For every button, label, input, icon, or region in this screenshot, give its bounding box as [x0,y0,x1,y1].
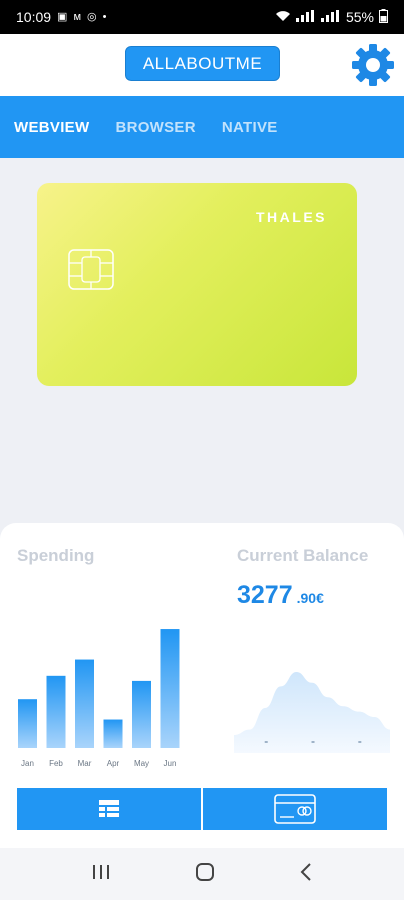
tab-browser[interactable]: BROWSER [115,119,195,136]
wifi-icon [275,10,291,25]
tick-label-may: May [134,759,149,768]
area-marker-0 [264,741,268,743]
list-icon [99,800,119,817]
balance-decimal: .90€ [296,590,324,606]
battery-icon [379,8,388,26]
dashboard-panel: Spending Current Balance 3277 .90€ Jan Fe… [0,523,404,850]
back-icon[interactable] [300,862,312,886]
gallery-icon: ▣ [57,10,68,23]
bar-apr [103,719,123,748]
balance-value: 3277 .90€ [237,581,324,610]
battery-percent: 55% [345,9,374,25]
home-icon[interactable] [195,862,215,887]
payment-card[interactable]: THALES [37,183,357,386]
gear-icon[interactable] [350,42,396,88]
tick-label-jun: Jun [164,759,177,768]
dot-icon: • [102,10,107,23]
tick-label-feb: Feb [49,759,63,768]
bottom-button-row [17,788,387,830]
signal-icon-2 [320,9,341,25]
bar-feb [46,675,66,748]
tick-label-mar: Mar [78,759,92,768]
status-time: 10:09 [16,9,52,25]
card-brand: THALES [256,209,327,225]
tab-bar: WEBVIEW BROWSER NATIVE [0,96,404,158]
card-view-button[interactable] [203,788,387,830]
bar-may [132,680,151,748]
tick-label-apr: Apr [107,759,120,768]
balance-area-chart [234,672,390,753]
notification-m-icon: ᴍ [73,10,82,23]
credit-card-icon [274,794,316,824]
area-marker-1 [311,741,315,743]
system-nav-bar [0,848,404,900]
area-marker-2 [358,741,362,743]
brand-button[interactable]: ALLABOUTME [125,46,280,81]
app-header: ALLABOUTME [0,34,404,96]
tab-native[interactable]: NATIVE [222,119,278,136]
balance-area [234,672,390,753]
tab-webview[interactable]: WEBVIEW [14,119,89,136]
recent-apps-icon[interactable] [92,864,110,885]
signal-icon [295,9,316,25]
balance-integer: 3277 [237,581,293,609]
bar-mar [75,659,94,748]
tick-label-jan: Jan [21,759,34,768]
spending-bar-chart: Jan Feb Mar Apr May Jun [18,629,180,768]
target-icon: ◎ [87,10,97,23]
status-bar: 10:09 ▣ ᴍ ◎ • 55% [0,0,404,34]
spending-title: Spending [17,546,95,565]
bar-jun [160,629,180,748]
chip-icon [68,249,114,290]
balance-title: Current Balance [237,546,369,565]
bar-jan [18,699,37,748]
list-view-button[interactable] [17,788,201,830]
